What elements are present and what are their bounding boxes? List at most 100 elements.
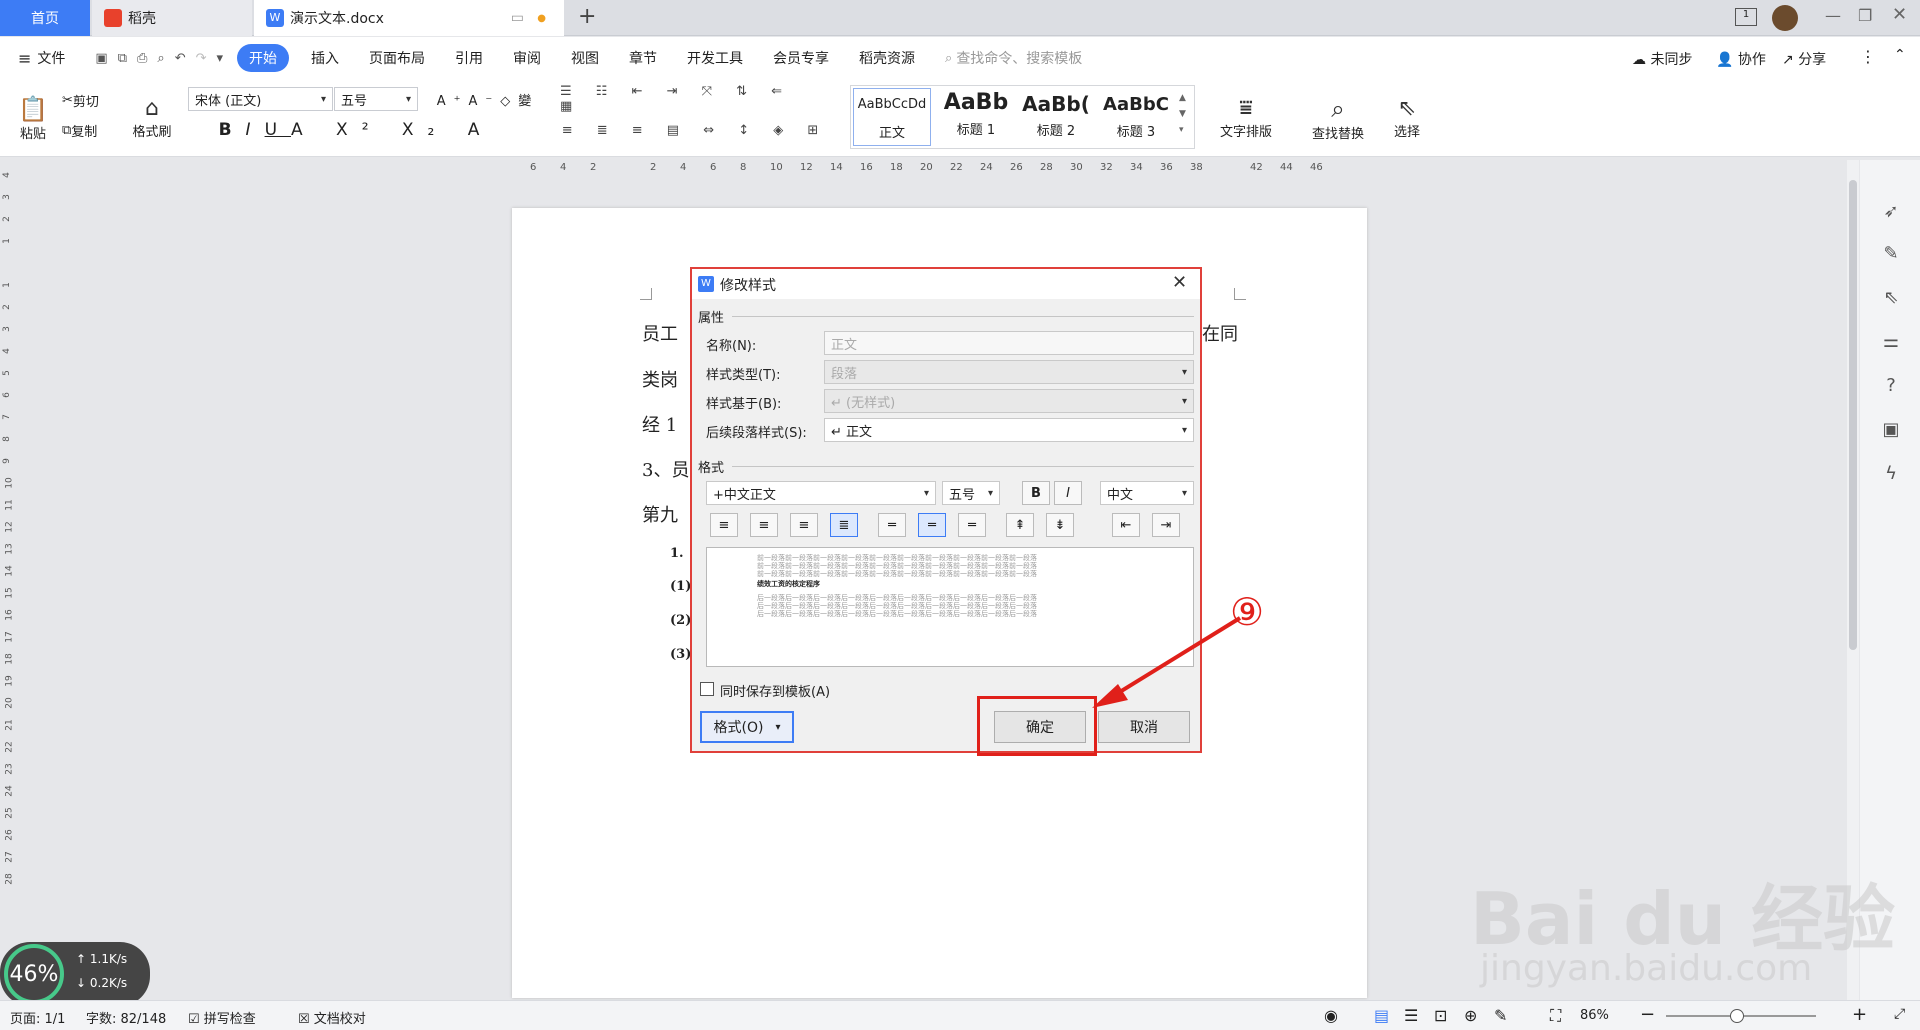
menu-chapter[interactable]: 章节 (629, 48, 657, 68)
window-count-icon[interactable]: 1 (1735, 8, 1757, 26)
menu-page-layout[interactable]: 页面布局 (369, 48, 425, 68)
collapse-ribbon-icon[interactable]: ⌃ (1894, 47, 1906, 63)
menu-developer[interactable]: 开发工具 (687, 48, 743, 68)
net-speed-widget[interactable]: 46% ↑ 1.1K/s ↓ 0.2K/s (0, 942, 150, 1006)
spell-check-button[interactable]: ☑ 拼写检查 (188, 1008, 256, 1027)
zoom-out-icon[interactable]: − (1640, 1004, 1655, 1025)
restore-icon[interactable]: ❐ (1858, 6, 1872, 25)
menu-file[interactable]: 文件 (37, 48, 65, 68)
sync-status[interactable]: ☁ 未同步 (1632, 49, 1692, 69)
pen-icon[interactable]: ✎ (1880, 242, 1902, 264)
decrease-indent-icon[interactable]: ⇤ (1112, 513, 1140, 537)
gallery-scroll-icon[interactable]: ▲ ▼ ▾ (1179, 90, 1186, 138)
italic-button[interactable]: I (1054, 481, 1082, 505)
share-button[interactable]: ↗ 分享 (1782, 49, 1826, 69)
menu-daoke-resources[interactable]: 稻壳资源 (859, 48, 915, 68)
fullscreen-icon[interactable]: ⤢ (1894, 1006, 1905, 1022)
font-family-select[interactable]: 宋体 (正文) ▾ (188, 87, 333, 111)
avatar[interactable] (1772, 5, 1798, 31)
undo-icon[interactable]: ↶ (175, 51, 186, 66)
proofread-button[interactable]: ☒ 文档校对 (298, 1008, 366, 1027)
outline-view-icon[interactable]: ☰ (1404, 1006, 1418, 1025)
fit-page-icon[interactable]: ⛶ (1550, 1006, 1561, 1026)
style-normal[interactable]: AaBbCcDd 正文 (853, 88, 931, 146)
font-grow-shrink-group[interactable]: A⁺A⁻◇變 (428, 87, 548, 111)
style-name-field[interactable]: 正文 (824, 331, 1194, 355)
read-view-icon[interactable]: ⊡ (1434, 1006, 1447, 1025)
zoom-level[interactable]: 86% (1580, 1008, 1609, 1023)
lightning-icon[interactable]: ϟ (1880, 462, 1902, 484)
menu-insert[interactable]: 插入 (311, 48, 339, 68)
format-menu-button[interactable]: 格式(O) ▾ (700, 711, 794, 743)
sliders-icon[interactable]: ⚌ (1880, 330, 1902, 352)
monitor-icon[interactable]: ▭ (511, 10, 524, 26)
export-icon[interactable]: ⧉ (118, 51, 127, 66)
increase-spacing-before-icon[interactable]: ⇞ (1006, 513, 1034, 537)
redo-icon[interactable]: ↷ (196, 51, 207, 66)
find-replace-button[interactable]: ⌕ 查找替换 (1300, 87, 1376, 149)
copy-button[interactable]: ⧉ 复制 (62, 119, 97, 141)
page-count[interactable]: 页面: 1/1 (10, 1008, 65, 1027)
style-heading-3[interactable]: AaBbC 标题 3 (1097, 88, 1175, 146)
image-ai-icon[interactable]: ▣ (1880, 418, 1902, 440)
one-half-spacing-icon[interactable]: ═ (918, 513, 946, 537)
tab-document[interactable]: W 演示文本.docx ▭ ● (254, 0, 564, 36)
eye-icon[interactable]: ◉ (1324, 1006, 1338, 1025)
double-spacing-icon[interactable]: ═ (958, 513, 986, 537)
command-search[interactable]: 查找命令、搜索模板 (956, 48, 1082, 68)
menu-review[interactable]: 审阅 (513, 48, 541, 68)
format-font-select[interactable]: +中文正文 ▾ (706, 481, 936, 505)
menu-view[interactable]: 视图 (571, 48, 599, 68)
rocket-icon[interactable]: ➶ (1880, 200, 1902, 222)
cut-button[interactable]: ✂ 剪切 (62, 89, 99, 111)
write-view-icon[interactable]: ✎ (1494, 1006, 1507, 1025)
scroll-thumb[interactable] (1849, 180, 1857, 650)
next-style-select[interactable]: ↵ 正文 ▾ (824, 418, 1194, 442)
align-center-icon[interactable]: ≡ (750, 513, 778, 537)
align-justify-icon[interactable]: ≣ (830, 513, 858, 537)
style-type-select[interactable]: 段落 ▾ (824, 360, 1194, 384)
font-style-group[interactable]: BIUA X² X₂ A (196, 117, 516, 143)
zoom-slider-thumb[interactable] (1730, 1009, 1744, 1023)
customize-icon[interactable]: ▾ (217, 51, 224, 66)
dialog-close-icon[interactable]: ✕ (1172, 272, 1187, 293)
paste-button[interactable]: 📋 粘贴 (12, 87, 54, 149)
increase-indent-icon[interactable]: ⇥ (1152, 513, 1180, 537)
menu-references[interactable]: 引用 (455, 48, 483, 68)
help-icon[interactable]: ? (1880, 374, 1902, 396)
style-heading-1[interactable]: AaBb 标题 1 (937, 88, 1015, 146)
list-indent-group[interactable]: ☰ ☷ ⇤ ⇥ ⤧ ⇅ ⇐ ▦ (560, 84, 810, 114)
font-size-select[interactable]: 五号 ▾ (334, 87, 418, 111)
preview-icon[interactable]: ⌕ (157, 51, 164, 66)
tab-home[interactable]: 首页 (0, 0, 90, 36)
print-icon[interactable]: ⎙ (137, 51, 147, 66)
format-size-select[interactable]: 五号 ▾ (942, 481, 1000, 505)
more-icon[interactable]: ⋮ (1860, 47, 1876, 66)
tab-daoke[interactable]: 稻壳 (92, 0, 252, 36)
bold-button[interactable]: B (1022, 481, 1050, 505)
web-view-icon[interactable]: ⊕ (1464, 1006, 1477, 1025)
based-on-select[interactable]: ↵ (无样式) ▾ (824, 389, 1194, 413)
zoom-in-icon[interactable]: + (1852, 1004, 1867, 1025)
menu-home[interactable]: 开始 (237, 44, 290, 72)
collab-button[interactable]: 👤 协作 (1716, 49, 1766, 69)
select-button[interactable]: ⇖ 选择 (1382, 87, 1432, 149)
save-template-label[interactable]: 同时保存到模板(A) (720, 681, 830, 700)
hamburger-icon[interactable]: ≡ (18, 49, 31, 68)
language-select[interactable]: 中文 ▾ (1100, 481, 1194, 505)
word-count[interactable]: 字数: 82/148 (86, 1008, 166, 1027)
menu-member[interactable]: 会员专享 (773, 48, 829, 68)
format-painter-button[interactable]: ⌂ 格式刷 (126, 87, 178, 149)
close-icon[interactable]: ✕ (1892, 4, 1907, 25)
page-view-icon[interactable]: ▤ (1374, 1006, 1389, 1025)
single-spacing-icon[interactable]: ═ (878, 513, 906, 537)
new-tab-button[interactable]: + (578, 4, 596, 29)
style-heading-2[interactable]: AaBb( 标题 2 (1017, 88, 1095, 146)
align-left-icon[interactable]: ≡ (710, 513, 738, 537)
paragraph-align-group[interactable]: ≡ ≣ ≡ ▤ ⇔ ↕ ◈ ⊞ (560, 117, 830, 143)
decrease-spacing-before-icon[interactable]: ⇟ (1046, 513, 1074, 537)
minimize-icon[interactable]: — (1825, 6, 1841, 25)
align-right-icon[interactable]: ≡ (790, 513, 818, 537)
save-icon[interactable]: ▣ (95, 51, 107, 66)
cursor-icon[interactable]: ⇖ (1880, 286, 1902, 308)
